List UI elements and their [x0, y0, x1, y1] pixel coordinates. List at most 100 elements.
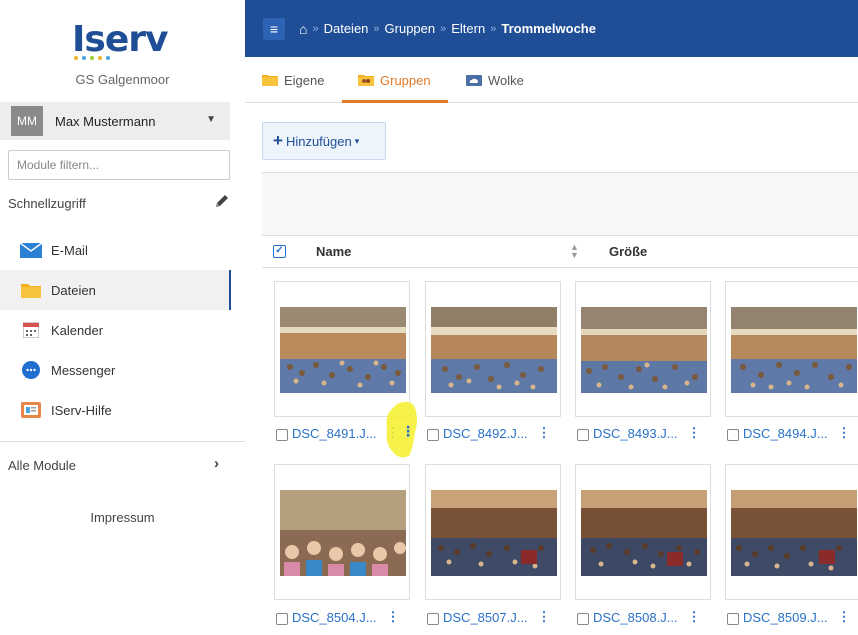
- file-checkbox[interactable]: [276, 429, 288, 441]
- thumbnail-image: [581, 307, 707, 393]
- cloud-icon: [466, 75, 482, 86]
- chat-icon: [20, 361, 42, 379]
- file-name-link[interactable]: DSC_8494.J...: [743, 426, 828, 441]
- thumbnail-image: [280, 307, 406, 393]
- sidebar-item-files[interactable]: Dateien: [0, 270, 231, 310]
- file-checkbox[interactable]: [427, 429, 439, 441]
- selection-toolbar: [262, 172, 858, 236]
- file-checkbox[interactable]: [427, 613, 439, 625]
- svg-text:⋮: ⋮: [401, 424, 415, 440]
- logo-text: Iserv: [72, 19, 168, 60]
- files-tabs: Eigene Gruppen Wolke: [245, 57, 858, 103]
- file-checkbox[interactable]: [727, 429, 739, 441]
- yellow-highlight-marker: ⋮: [386, 401, 417, 458]
- more-options-icon[interactable]: ⋮: [538, 609, 551, 625]
- more-options-icon[interactable]: ⋮: [538, 425, 551, 441]
- breadcrumb-separator: »: [312, 22, 319, 35]
- sidebar-item-help[interactable]: IServ-Hilfe: [0, 390, 230, 430]
- pencil-icon[interactable]: [213, 192, 231, 210]
- file-caption: DSC_8504.J... ⋮: [276, 608, 400, 626]
- more-options-icon[interactable]: ⋮: [688, 609, 701, 625]
- breadcrumb-separator: »: [490, 22, 497, 35]
- thumbnail-image: [431, 490, 557, 576]
- sidebar-item-label: Messenger: [51, 362, 116, 378]
- thumbnail-image: [280, 490, 406, 576]
- quick-access-label: Schnellzugriff: [8, 196, 86, 211]
- tab-label: Eigene: [284, 72, 325, 88]
- home-icon[interactable]: ⌂: [299, 21, 307, 37]
- file-thumbnail-card[interactable]: [274, 281, 410, 417]
- tab-groups[interactable]: Gruppen: [358, 57, 431, 103]
- file-caption: DSC_8492.J... ⋮: [427, 424, 551, 442]
- tab-own[interactable]: Eigene: [262, 57, 324, 103]
- calendar-icon: [20, 321, 42, 339]
- file-checkbox[interactable]: [577, 613, 589, 625]
- file-caption: DSC_8494.J... ⋮: [727, 424, 851, 442]
- sidebar-item-label: Dateien: [51, 282, 96, 298]
- add-button[interactable]: + Hinzufügen ▾: [262, 122, 386, 160]
- all-modules-link[interactable]: Alle Module: [8, 458, 76, 473]
- top-bar: ≡ ⌂ » Dateien » Gruppen » Eltern » Tromm…: [245, 0, 858, 57]
- file-caption: DSC_8508.J... ⋮: [577, 608, 701, 626]
- file-thumbnail-card[interactable]: [575, 464, 711, 600]
- file-thumbnail-card[interactable]: [425, 464, 561, 600]
- more-options-icon[interactable]: ⋮: [838, 609, 851, 625]
- breadcrumb: ⌂ » Dateien » Gruppen » Eltern » Trommel…: [299, 21, 596, 37]
- sidebar-divider: [0, 441, 245, 442]
- file-name-link[interactable]: DSC_8493.J...: [593, 426, 678, 441]
- sidebar-item-messenger[interactable]: Messenger: [0, 350, 230, 390]
- caret-down-icon: ▾: [354, 135, 360, 146]
- avatar: MM: [11, 106, 43, 136]
- select-all-checkbox[interactable]: ✓: [273, 245, 286, 258]
- tab-cloud[interactable]: Wolke: [466, 57, 524, 103]
- file-thumbnail-card[interactable]: [425, 281, 561, 417]
- sidebar: Iserv GS Galgenmoor MM Max Mustermann ▼ …: [0, 0, 245, 635]
- folder-icon: [20, 281, 42, 299]
- file-thumbnail-card[interactable]: [575, 281, 711, 417]
- file-checkbox[interactable]: [577, 429, 589, 441]
- folder-icon: [262, 75, 278, 86]
- iserv-logo[interactable]: Iserv: [72, 19, 168, 60]
- sort-icon[interactable]: ▲ ▼: [570, 243, 579, 260]
- file-caption: DSC_8509.J... ⋮: [727, 608, 851, 626]
- user-menu[interactable]: MM Max Mustermann ▼: [0, 102, 230, 140]
- more-options-icon[interactable]: ⋮: [387, 609, 400, 625]
- help-icon: [20, 401, 42, 419]
- column-header-name[interactable]: Name: [316, 244, 351, 259]
- file-name-link[interactable]: DSC_8504.J...: [292, 610, 377, 625]
- file-checkbox[interactable]: [276, 613, 288, 625]
- module-filter-input[interactable]: [8, 150, 230, 180]
- file-name-link[interactable]: DSC_8507.J...: [443, 610, 528, 625]
- iserv-app: Iserv GS Galgenmoor MM Max Mustermann ▼ …: [0, 0, 858, 635]
- thumbnail-image: [431, 307, 557, 393]
- hamburger-menu-icon[interactable]: ≡: [263, 17, 285, 40]
- table-header: ✓ Name ▲ ▼ Größe: [262, 236, 858, 268]
- module-nav: E-Mail Dateien Kalender Messenger IServ-…: [0, 230, 231, 430]
- user-name: Max Mustermann: [55, 113, 156, 129]
- file-name-link[interactable]: DSC_8491.J...: [292, 426, 377, 441]
- impressum-link[interactable]: Impressum: [0, 510, 245, 525]
- file-name-link[interactable]: DSC_8509.J...: [743, 610, 828, 625]
- file-thumbnail-card[interactable]: [274, 464, 410, 600]
- more-options-icon[interactable]: ⋮: [688, 425, 701, 441]
- file-name-link[interactable]: DSC_8508.J...: [593, 610, 678, 625]
- sidebar-item-calendar[interactable]: Kalender: [0, 310, 230, 350]
- sidebar-item-email[interactable]: E-Mail: [0, 230, 230, 270]
- file-thumbnail-card[interactable]: [725, 281, 858, 417]
- file-thumbnail-card[interactable]: [725, 464, 858, 600]
- breadcrumb-item[interactable]: Dateien: [324, 21, 369, 36]
- breadcrumb-item[interactable]: Gruppen: [385, 21, 436, 36]
- add-button-label: Hinzufügen: [285, 133, 352, 149]
- chevron-right-icon[interactable]: ›: [214, 455, 219, 472]
- file-name-link[interactable]: DSC_8492.J...: [443, 426, 528, 441]
- thumbnail-image: [731, 307, 857, 393]
- breadcrumb-item[interactable]: Eltern: [451, 21, 485, 36]
- column-header-size[interactable]: Größe: [609, 244, 647, 259]
- tab-label: Wolke: [488, 72, 524, 88]
- more-options-icon[interactable]: ⋮: [838, 425, 851, 441]
- active-tab-indicator: [342, 100, 448, 103]
- file-checkbox[interactable]: [727, 613, 739, 625]
- sidebar-item-label: Kalender: [51, 322, 104, 338]
- thumbnail-image: [731, 490, 857, 576]
- breadcrumb-separator: »: [373, 22, 380, 35]
